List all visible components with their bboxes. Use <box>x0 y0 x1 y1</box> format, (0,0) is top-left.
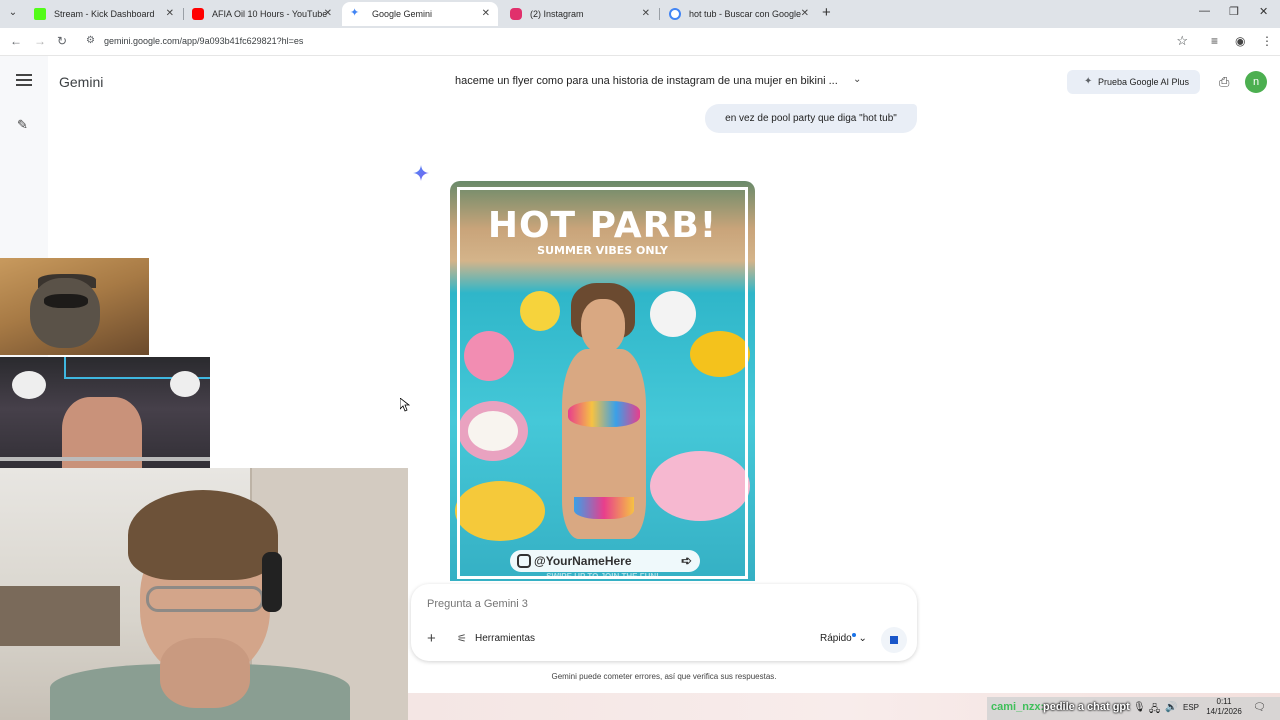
network-icon[interactable]: 🖧 <box>1149 702 1160 719</box>
raccoon-overlay-image <box>0 258 149 355</box>
hamburger-menu-icon[interactable] <box>16 74 32 88</box>
ring-edge <box>0 457 210 461</box>
webcam-feed <box>0 468 408 720</box>
tab-youtube[interactable]: AFIA Oil 10 Hours - YouTube ✕ <box>182 2 340 26</box>
profile-icon[interactable]: ◉ <box>1235 34 1245 48</box>
tab-search-chevron-icon[interactable]: ⌄ <box>4 4 22 22</box>
streamer-hand <box>160 638 250 708</box>
flyer-handle: @YourNameHere <box>534 554 632 568</box>
status-dot <box>851 633 856 637</box>
browser-menu-icon[interactable]: ⋮ <box>1261 34 1273 48</box>
forward-arrow-icon[interactable]: → <box>34 34 46 48</box>
background-shelf <box>0 586 120 646</box>
tab-google-search[interactable]: hot tub - Buscar con Google ✕ <box>659 2 817 26</box>
print-icon[interactable]: ⎙ <box>1219 74 1229 90</box>
upgrade-label: Prueba Google AI Plus <box>1098 77 1190 87</box>
volume-icon[interactable]: 🔊 <box>1165 702 1177 713</box>
boxing-glove-left <box>12 371 46 399</box>
media-controls-icon[interactable]: ≡ <box>1211 34 1218 48</box>
notifications-icon[interactable]: 🗨 <box>1253 702 1266 713</box>
flyer-subline: SUMMER VIBES ONLY <box>537 244 668 257</box>
avatar[interactable]: n <box>1245 71 1267 93</box>
chat-message: pedile a chat gpt <box>1043 701 1130 713</box>
tab-title: hot tub - Buscar con Google <box>689 9 802 19</box>
taskbar-clock[interactable]: 0:11 14/1/2026 <box>1204 697 1244 717</box>
flyer-bottom-text: SWIPE UP TO JOIN THE FUN! <box>546 572 659 581</box>
site-settings-icon[interactable]: ⚙ <box>86 35 95 46</box>
model-selector[interactable]: Rápido ⌄ <box>820 633 867 644</box>
raccoon-body <box>30 278 100 348</box>
tab-close-icon[interactable]: ✕ <box>166 2 174 26</box>
prompt-box: + ⚟ Herramientas Rápido ⌄ <box>411 584 917 661</box>
streamer-hair <box>128 490 278 580</box>
gemini-sparkle-icon <box>413 165 429 181</box>
instagram-favicon-icon <box>510 8 522 20</box>
instagram-icon <box>517 554 531 568</box>
share-arrow-icon: ➪ <box>681 553 692 568</box>
flyer-handle-pill: @YourNameHere ➪ <box>510 550 700 572</box>
headset <box>262 552 282 612</box>
tab-close-icon[interactable]: ✕ <box>801 2 809 26</box>
new-tab-button[interactable]: + <box>822 4 831 22</box>
tab-kick-dashboard[interactable]: Stream - Kick Dashboard ✕ <box>24 2 182 26</box>
chevron-down-icon: ⌄ <box>858 633 867 644</box>
back-arrow-icon[interactable]: ← <box>10 34 22 48</box>
generated-flyer-image[interactable]: HOT PARB! SUMMER VIBES ONLY @YourNameHer… <box>450 181 755 581</box>
kick-favicon-icon <box>34 8 46 20</box>
input-language[interactable]: ESP <box>1183 703 1199 712</box>
sparkle-icon: ✦ <box>1084 76 1093 87</box>
address-bar[interactable]: ⚙ gemini.google.com/app/9a093b41fc629821… <box>78 31 1202 53</box>
stop-generation-button[interactable] <box>881 627 907 653</box>
tab-close-icon[interactable]: ✕ <box>324 2 332 26</box>
add-attachment-icon[interactable]: + <box>427 630 436 647</box>
tab-title: Stream - Kick Dashboard <box>54 9 155 19</box>
tab-close-icon[interactable]: ✕ <box>642 2 650 26</box>
raccoon-mask <box>44 294 88 308</box>
youtube-favicon-icon <box>192 8 204 20</box>
google-favicon-icon <box>669 8 681 20</box>
new-chat-icon[interactable]: ✎ <box>17 117 28 133</box>
clock-time: 0:11 <box>1216 697 1232 706</box>
minimize-icon[interactable]: — <box>1199 5 1210 17</box>
flyer-headline: HOT PARB! <box>487 205 718 246</box>
tools-label: Herramientas <box>475 633 536 644</box>
tab-title: Google Gemini <box>372 9 433 19</box>
bookmark-star-icon[interactable]: ☆ <box>1176 33 1188 49</box>
browser-tab-strip: ⌄ Stream - Kick Dashboard ✕ AFIA Oil 10 … <box>0 0 1280 28</box>
microphone-icon[interactable]: 🎙 <box>1133 702 1146 713</box>
prompt-input[interactable] <box>427 598 897 610</box>
boxing-glove-right <box>170 371 200 397</box>
tools-sliders-icon: ⚟ <box>457 633 467 645</box>
tab-google-gemini[interactable]: ✦ Google Gemini ✕ <box>342 2 498 26</box>
tab-title: (2) Instagram <box>530 9 584 19</box>
chevron-down-icon[interactable]: ⌄ <box>853 74 861 85</box>
mouse-cursor-icon <box>400 398 410 412</box>
user-message-bubble: en vez de pool party que diga "hot tub" <box>705 104 917 133</box>
disclaimer-text: Gemini puede cometer errores, así que ve… <box>551 672 777 681</box>
tab-title: AFIA Oil 10 Hours - YouTube <box>212 9 328 19</box>
tab-instagram[interactable]: (2) Instagram ✕ <box>500 2 658 26</box>
stop-icon <box>890 636 898 644</box>
conversation-title[interactable]: haceme un flyer como para una historia d… <box>455 75 838 87</box>
gemini-brand[interactable]: Gemini <box>59 74 103 90</box>
browser-toolbar: ← → ↻ ⚙ gemini.google.com/app/9a093b41fc… <box>0 28 1280 56</box>
tab-close-icon[interactable]: ✕ <box>482 2 490 26</box>
chat-username: cami_nzx: <box>991 701 1045 713</box>
clock-date: 14/1/2026 <box>1206 707 1242 716</box>
streamer-glasses <box>146 586 264 612</box>
gemini-favicon-icon: ✦ <box>350 7 360 19</box>
reload-icon[interactable]: ↻ <box>57 34 67 48</box>
close-window-icon[interactable]: ✕ <box>1259 5 1268 18</box>
model-label: Rápido <box>820 633 852 644</box>
restore-icon[interactable]: ❐ <box>1229 5 1239 18</box>
tools-button[interactable]: ⚟ Herramientas <box>457 633 536 645</box>
address-url[interactable]: gemini.google.com/app/9a093b41fc629821?h… <box>104 36 303 46</box>
upgrade-ai-plus-button[interactable]: ✦ Prueba Google AI Plus <box>1067 70 1200 94</box>
